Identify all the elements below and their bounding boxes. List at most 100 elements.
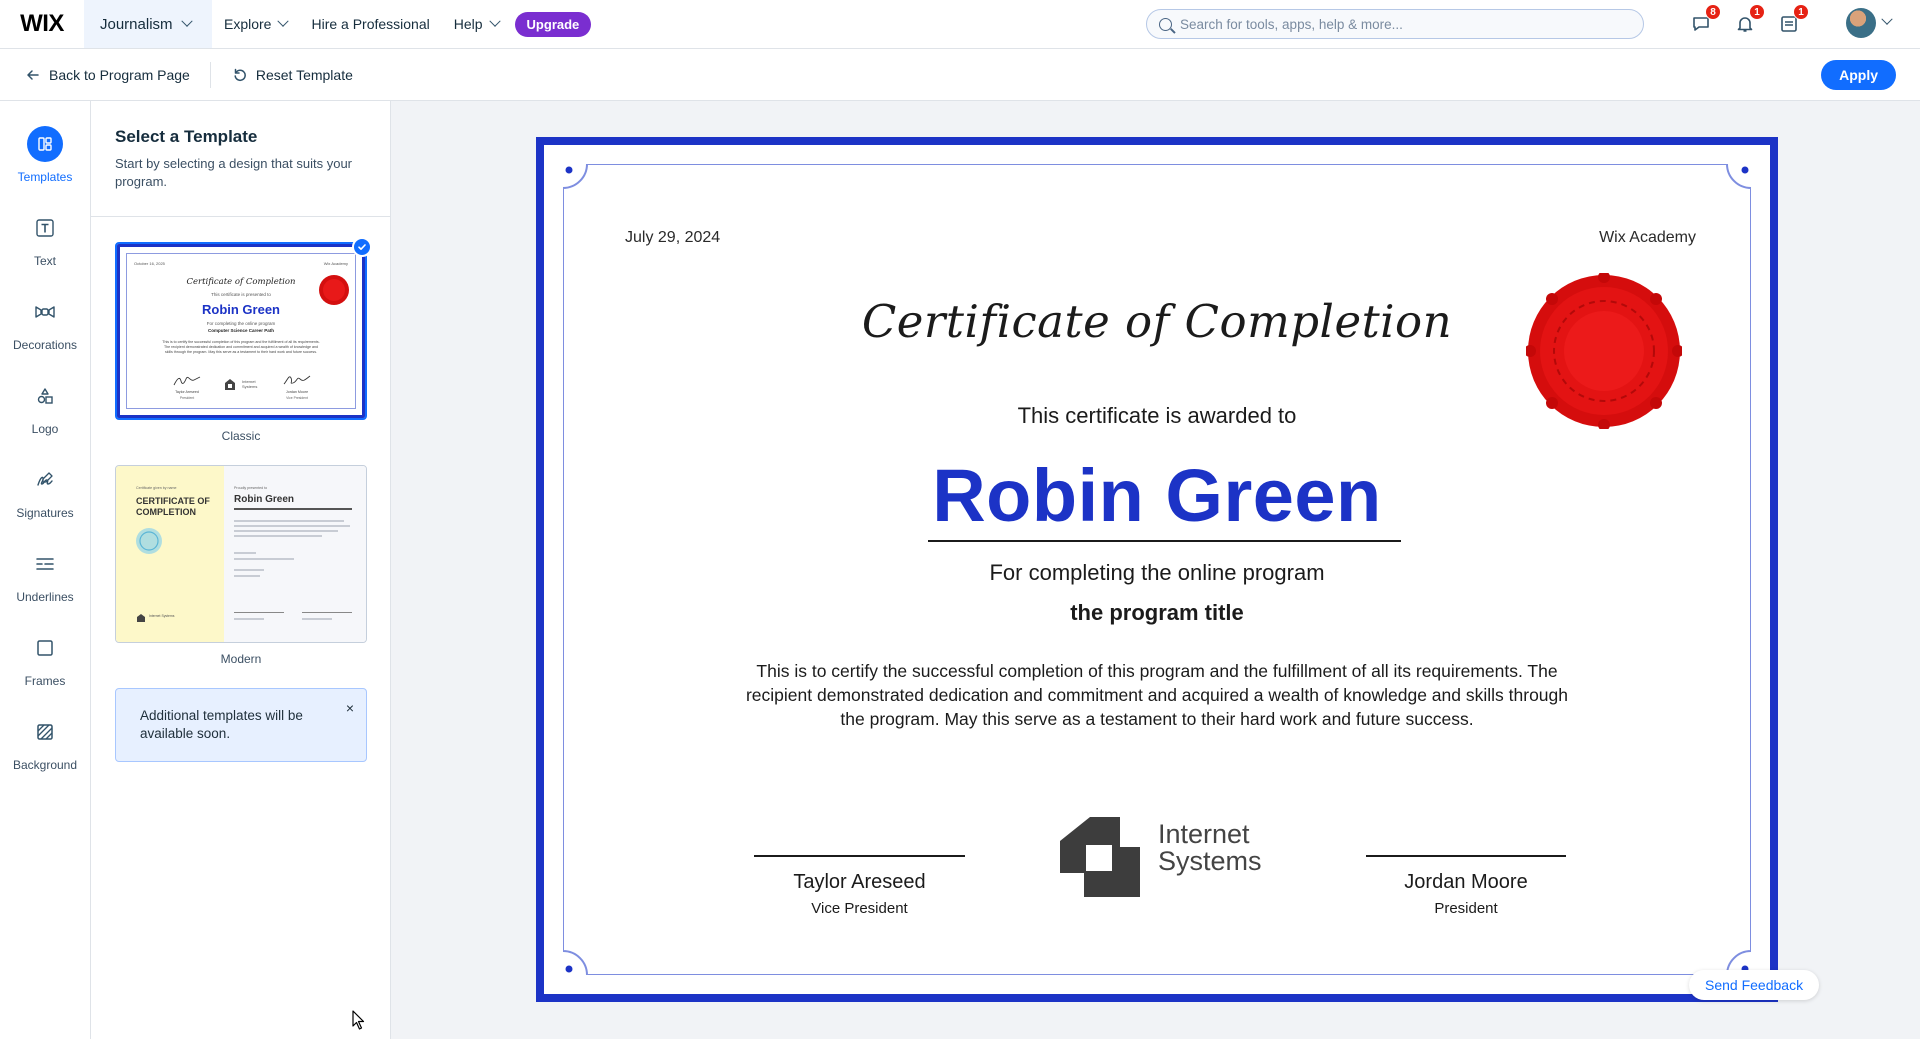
signature-name-2[interactable]: Jordan Moore [1341,871,1591,894]
signature-line-1 [754,855,965,857]
rail-item-logo[interactable]: Logo [0,378,90,436]
avatar[interactable] [1846,8,1876,38]
send-feedback-button[interactable]: Send Feedback [1689,970,1820,1000]
chevron-down-icon[interactable] [1881,13,1893,25]
templates-panel: Select a Template Start by selecting a d… [91,101,391,1039]
upgrade-button[interactable]: Upgrade [514,11,592,37]
notice-text: Additional templates will be available s… [140,708,303,741]
brand-line-1: Internet [1158,819,1250,849]
search-icon [1159,17,1172,31]
nav-explore[interactable]: Explore [212,0,299,48]
certificate-org[interactable]: Wix Academy [1599,229,1696,247]
rail-item-text[interactable]: Text [0,210,90,268]
apply-button[interactable]: Apply [1821,60,1896,90]
site-name: Journalism [100,15,173,33]
rail-label: Underlines [16,590,74,604]
chevron-down-icon [277,15,290,27]
mini-org: Wix Academy [323,261,348,266]
messages-button[interactable]: 8 [1689,4,1721,36]
rail-label: Templates [17,170,73,184]
info-notice: Additional templates will be available s… [115,688,367,762]
mini-seal-icon [319,275,349,305]
modern-seal-icon [136,528,162,554]
back-label: Back to Program Page [49,66,190,83]
search-input[interactable]: Search for tools, apps, help & more... [1146,9,1644,39]
template-name-modern: Modern [220,652,262,666]
modern-preview-right: Proudly presented to Robin Green [224,466,366,642]
modern-title: CERTIFICATE OF COMPLETION [136,496,210,517]
template-card-modern[interactable]: Certificate given by name CERTIFICATE OF… [115,465,367,643]
reset-label: Reset Template [255,66,353,83]
template-card-classic[interactable]: October 16, 2025 Wix Academy Certificate… [115,242,367,420]
site-selector[interactable]: Journalism [84,0,212,48]
rail-item-signatures[interactable]: Signatures [0,462,90,520]
decorations-icon [27,294,63,330]
rail-label: Decorations [12,338,78,352]
certificate-preview[interactable]: July 29, 2024 Wix Academy Certificate of… [536,137,1778,1002]
close-icon[interactable]: × [346,699,354,717]
rail-item-templates[interactable]: Templates [0,126,90,184]
mini-signature-icon [173,376,201,386]
underlines-icon [27,546,63,582]
program-title[interactable]: the program title [544,600,1770,626]
signature-role-1[interactable]: Vice President [734,900,985,917]
modern-brand: Internet Systems [149,614,175,618]
modern-preview-left: Certificate given by name CERTIFICATE OF… [116,466,224,642]
nav-help-label: Help [453,16,483,32]
template-name-classic: Classic [221,429,261,443]
reset-icon [234,68,246,81]
classic-preview: October 16, 2025 Wix Academy Certificate… [117,244,365,418]
tool-rail: Templates Text Decorations Logo Signatur… [0,101,91,1039]
chevron-down-icon [488,15,501,27]
notifications-button[interactable]: 1 [1733,4,1765,36]
mini-program: Computer Science Career Path [207,328,275,333]
nav-explore-label: Explore [224,16,272,32]
recipient-underline [928,540,1401,542]
mini-brand: Internet Systems [242,379,258,389]
rail-label: Frames [24,674,66,688]
mini-sig2-role: Vice President [286,396,308,400]
mini-sig2: Jordan Moore [285,390,309,394]
wix-logo[interactable]: WIX [0,0,84,48]
chevron-down-icon [180,15,193,27]
logo-icon [27,378,63,414]
brand-logo[interactable]: Internet Systems [1060,813,1272,897]
nav-help[interactable]: Help [442,0,511,48]
certificate-for-text[interactable]: For completing the online program [544,560,1770,586]
certificate-date[interactable]: July 29, 2024 [625,229,720,247]
modern-left-top: Certificate given by name [136,486,177,490]
modern-brand-logo-icon [137,614,145,622]
arrow-left-icon [27,69,39,80]
mini-brand-logo-icon [225,379,235,390]
signature-line-2 [1366,855,1566,857]
rail-item-decorations[interactable]: Decorations [0,294,90,352]
rail-label: Background [12,758,78,772]
certificate-awarded-text[interactable]: This certificate is awarded to [544,403,1770,429]
rail-label: Text [33,254,56,268]
nav-hire-professional[interactable]: Hire a Professional [299,0,441,48]
selected-check-icon [352,237,372,257]
panel-header: Select a Template Start by selecting a d… [91,101,390,217]
mini-sig1-role: President [179,396,195,400]
certificate-body[interactable]: This is to certify the successful comple… [744,659,1570,731]
rail-label: Logo [31,422,59,436]
top-bar: WIX Journalism Explore Hire a Profession… [0,0,1920,49]
mini-date: October 16, 2025 [134,261,165,266]
recipient-name[interactable]: Robin Green [544,453,1770,538]
mini-sig1: Taylor Areseed [175,390,199,394]
rail-item-underlines[interactable]: Underlines [0,546,90,604]
frames-icon [27,630,63,666]
back-to-program-button[interactable]: Back to Program Page [26,61,211,88]
rail-item-background[interactable]: Background [0,714,90,772]
rail-item-frames[interactable]: Frames [0,630,90,688]
signature-role-2[interactable]: President [1341,900,1591,917]
signature-name-1[interactable]: Taylor Areseed [734,871,985,894]
modern-recipient: Robin Green [234,494,295,505]
internet-systems-logo-icon [1060,817,1140,897]
inbox-badge: 1 [1793,4,1809,20]
panel-subtitle: Start by selecting a design that suits y… [115,156,353,189]
signature-icon [27,462,63,498]
nav-hire-label: Hire a Professional [311,16,430,32]
inbox-button[interactable]: 1 [1777,4,1809,36]
reset-template-button[interactable]: Reset Template [233,49,353,101]
